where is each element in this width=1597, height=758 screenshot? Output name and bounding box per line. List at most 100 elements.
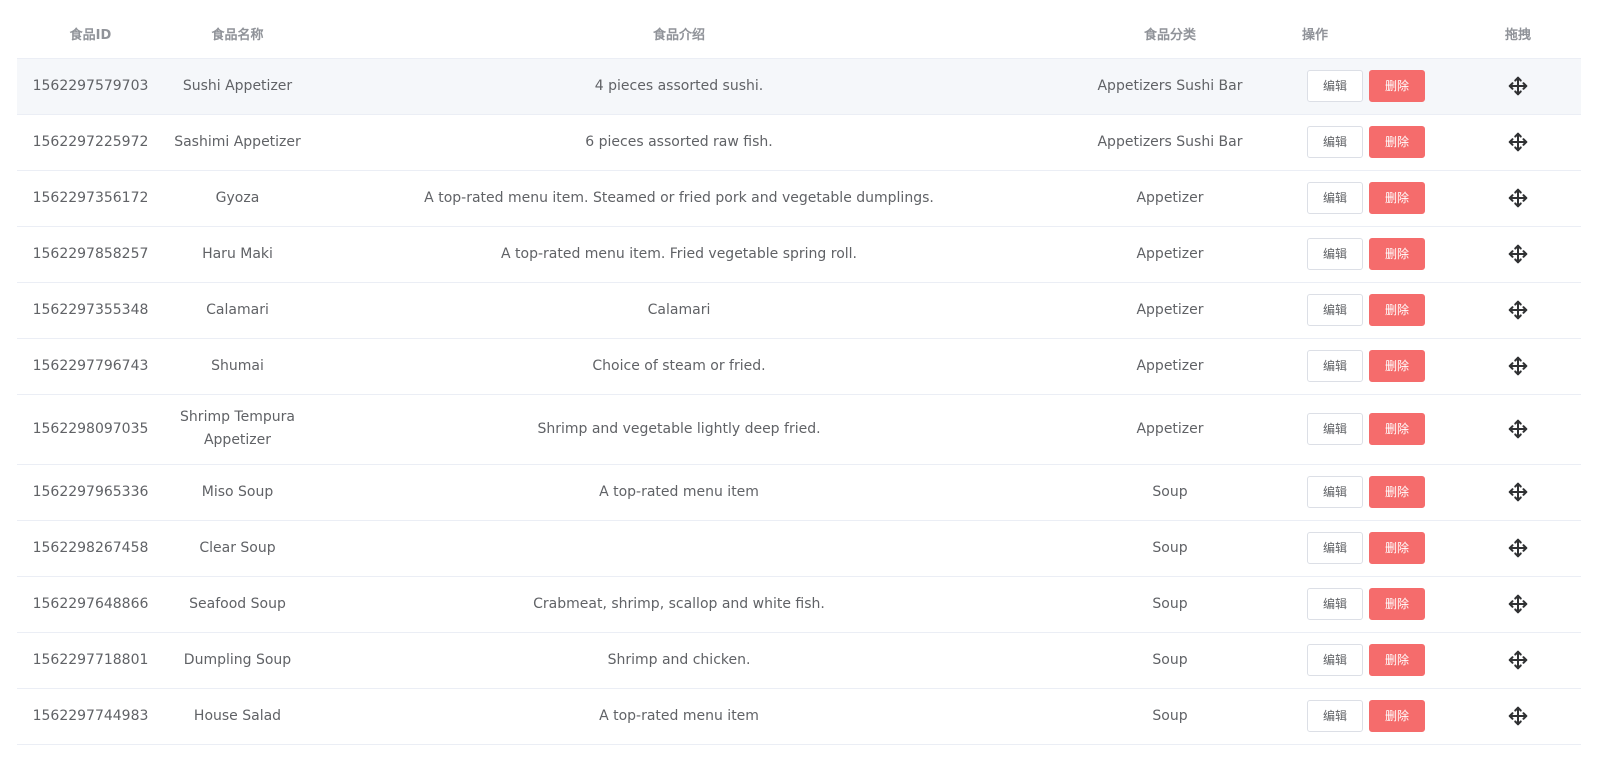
- cell-operations: 编辑 删除: [1293, 170, 1455, 227]
- table-row[interactable]: 1562297225972 Sashimi Appetizer 6 pieces…: [17, 114, 1581, 171]
- edit-button[interactable]: 编辑: [1307, 588, 1363, 620]
- cell-food-id: 1562297965336: [17, 464, 164, 521]
- food-table-container: 食品ID 食品名称 食品介绍 食品分类 操作 拖拽 1562297579703 …: [17, 10, 1581, 745]
- move-arrows-icon[interactable]: [1507, 75, 1529, 97]
- edit-button[interactable]: 编辑: [1307, 644, 1363, 676]
- cell-food-desc: A top-rated menu item: [311, 464, 1047, 521]
- cell-food-desc: 4 pieces assorted sushi.: [311, 58, 1047, 115]
- delete-button[interactable]: 删除: [1369, 476, 1425, 508]
- cell-operations: 编辑 删除: [1293, 520, 1455, 577]
- delete-button[interactable]: 删除: [1369, 700, 1425, 732]
- table-row[interactable]: 1562297356172 Gyoza A top-rated menu ite…: [17, 170, 1581, 227]
- table-row[interactable]: 1562297858257 Haru Maki A top-rated menu…: [17, 226, 1581, 283]
- cell-operations: 编辑 删除: [1293, 226, 1455, 283]
- edit-button[interactable]: 编辑: [1307, 700, 1363, 732]
- edit-button[interactable]: 编辑: [1307, 182, 1363, 214]
- delete-button[interactable]: 删除: [1369, 588, 1425, 620]
- cell-food-desc: A top-rated menu item. Steamed or fried …: [311, 170, 1047, 227]
- cell-operations: 编辑 删除: [1293, 282, 1455, 339]
- cell-food-category: Appetizer: [1047, 338, 1293, 395]
- cell-food-category: Soup: [1047, 576, 1293, 633]
- cell-food-desc: Choice of steam or fried.: [311, 338, 1047, 395]
- delete-button[interactable]: 删除: [1369, 294, 1425, 326]
- cell-food-name: Clear Soup: [164, 520, 311, 577]
- move-arrows-icon[interactable]: [1507, 187, 1529, 209]
- delete-button[interactable]: 删除: [1369, 350, 1425, 382]
- table-row[interactable]: 1562297965336 Miso Soup A top-rated menu…: [17, 464, 1581, 521]
- cell-drag: [1455, 282, 1581, 339]
- cell-food-category: Soup: [1047, 632, 1293, 689]
- table-row[interactable]: 1562297579703 Sushi Appetizer 4 pieces a…: [17, 58, 1581, 115]
- move-arrows-icon[interactable]: [1507, 593, 1529, 615]
- cell-food-desc: 6 pieces assorted raw fish.: [311, 114, 1047, 171]
- move-arrows-icon[interactable]: [1507, 537, 1529, 559]
- cell-food-category: Appetizers Sushi Bar: [1047, 58, 1293, 115]
- cell-drag: [1455, 394, 1581, 465]
- cell-food-name: Haru Maki: [164, 226, 311, 283]
- cell-drag: [1455, 338, 1581, 395]
- header-food-name: 食品名称: [164, 10, 311, 59]
- move-arrows-icon[interactable]: [1507, 243, 1529, 265]
- cell-food-name: Sushi Appetizer: [164, 58, 311, 115]
- table-row[interactable]: 1562298267458 Clear Soup Soup 编辑 删除: [17, 520, 1581, 577]
- header-food-desc: 食品介绍: [311, 10, 1047, 59]
- cell-drag: [1455, 226, 1581, 283]
- cell-food-id: 1562297796743: [17, 338, 164, 395]
- cell-food-id: 1562297718801: [17, 632, 164, 689]
- cell-food-name: Gyoza: [164, 170, 311, 227]
- table-row[interactable]: 1562297718801 Dumpling Soup Shrimp and c…: [17, 632, 1581, 689]
- cell-food-id: 1562297356172: [17, 170, 164, 227]
- cell-operations: 编辑 删除: [1293, 114, 1455, 171]
- cell-food-category: Soup: [1047, 464, 1293, 521]
- edit-button[interactable]: 编辑: [1307, 476, 1363, 508]
- cell-operations: 编辑 删除: [1293, 464, 1455, 521]
- cell-food-category: Appetizer: [1047, 170, 1293, 227]
- delete-button[interactable]: 删除: [1369, 413, 1425, 445]
- move-arrows-icon[interactable]: [1507, 131, 1529, 153]
- delete-button[interactable]: 删除: [1369, 238, 1425, 270]
- cell-food-id: 1562297225972: [17, 114, 164, 171]
- edit-button[interactable]: 编辑: [1307, 413, 1363, 445]
- cell-food-name: Shumai: [164, 338, 311, 395]
- cell-food-name: Calamari: [164, 282, 311, 339]
- header-food-id: 食品ID: [17, 10, 164, 59]
- cell-food-id: 1562298097035: [17, 394, 164, 465]
- cell-drag: [1455, 170, 1581, 227]
- cell-food-id: 1562298267458: [17, 520, 164, 577]
- table-row[interactable]: 1562297648866 Seafood Soup Crabmeat, shr…: [17, 576, 1581, 633]
- cell-operations: 编辑 删除: [1293, 338, 1455, 395]
- delete-button[interactable]: 删除: [1369, 70, 1425, 102]
- cell-food-name: Dumpling Soup: [164, 632, 311, 689]
- table-header-row: 食品ID 食品名称 食品介绍 食品分类 操作 拖拽: [17, 10, 1581, 59]
- table-row[interactable]: 1562297355348 Calamari Calamari Appetize…: [17, 282, 1581, 339]
- edit-button[interactable]: 编辑: [1307, 238, 1363, 270]
- cell-food-name: Sashimi Appetizer: [164, 114, 311, 171]
- delete-button[interactable]: 删除: [1369, 126, 1425, 158]
- cell-food-id: 1562297579703: [17, 58, 164, 115]
- cell-food-id: 1562297744983: [17, 688, 164, 745]
- delete-button[interactable]: 删除: [1369, 532, 1425, 564]
- cell-drag: [1455, 688, 1581, 745]
- table-row[interactable]: 1562297744983 House Salad A top-rated me…: [17, 688, 1581, 745]
- edit-button[interactable]: 编辑: [1307, 294, 1363, 326]
- move-arrows-icon[interactable]: [1507, 705, 1529, 727]
- delete-button[interactable]: 删除: [1369, 644, 1425, 676]
- move-arrows-icon[interactable]: [1507, 649, 1529, 671]
- header-operations: 操作: [1293, 10, 1455, 59]
- cell-operations: 编辑 删除: [1293, 58, 1455, 115]
- table-row[interactable]: 1562297796743 Shumai Choice of steam or …: [17, 338, 1581, 395]
- move-arrows-icon[interactable]: [1507, 355, 1529, 377]
- cell-food-category: Appetizers Sushi Bar: [1047, 114, 1293, 171]
- edit-button[interactable]: 编辑: [1307, 70, 1363, 102]
- move-arrows-icon[interactable]: [1507, 481, 1529, 503]
- move-arrows-icon[interactable]: [1507, 418, 1529, 440]
- edit-button[interactable]: 编辑: [1307, 532, 1363, 564]
- cell-operations: 编辑 删除: [1293, 576, 1455, 633]
- table-row[interactable]: 1562298097035 Shrimp Tempura Appetizer S…: [17, 394, 1581, 465]
- move-arrows-icon[interactable]: [1507, 299, 1529, 321]
- cell-operations: 编辑 删除: [1293, 688, 1455, 745]
- edit-button[interactable]: 编辑: [1307, 350, 1363, 382]
- edit-button[interactable]: 编辑: [1307, 126, 1363, 158]
- food-table: 食品ID 食品名称 食品介绍 食品分类 操作 拖拽 1562297579703 …: [17, 10, 1581, 745]
- delete-button[interactable]: 删除: [1369, 182, 1425, 214]
